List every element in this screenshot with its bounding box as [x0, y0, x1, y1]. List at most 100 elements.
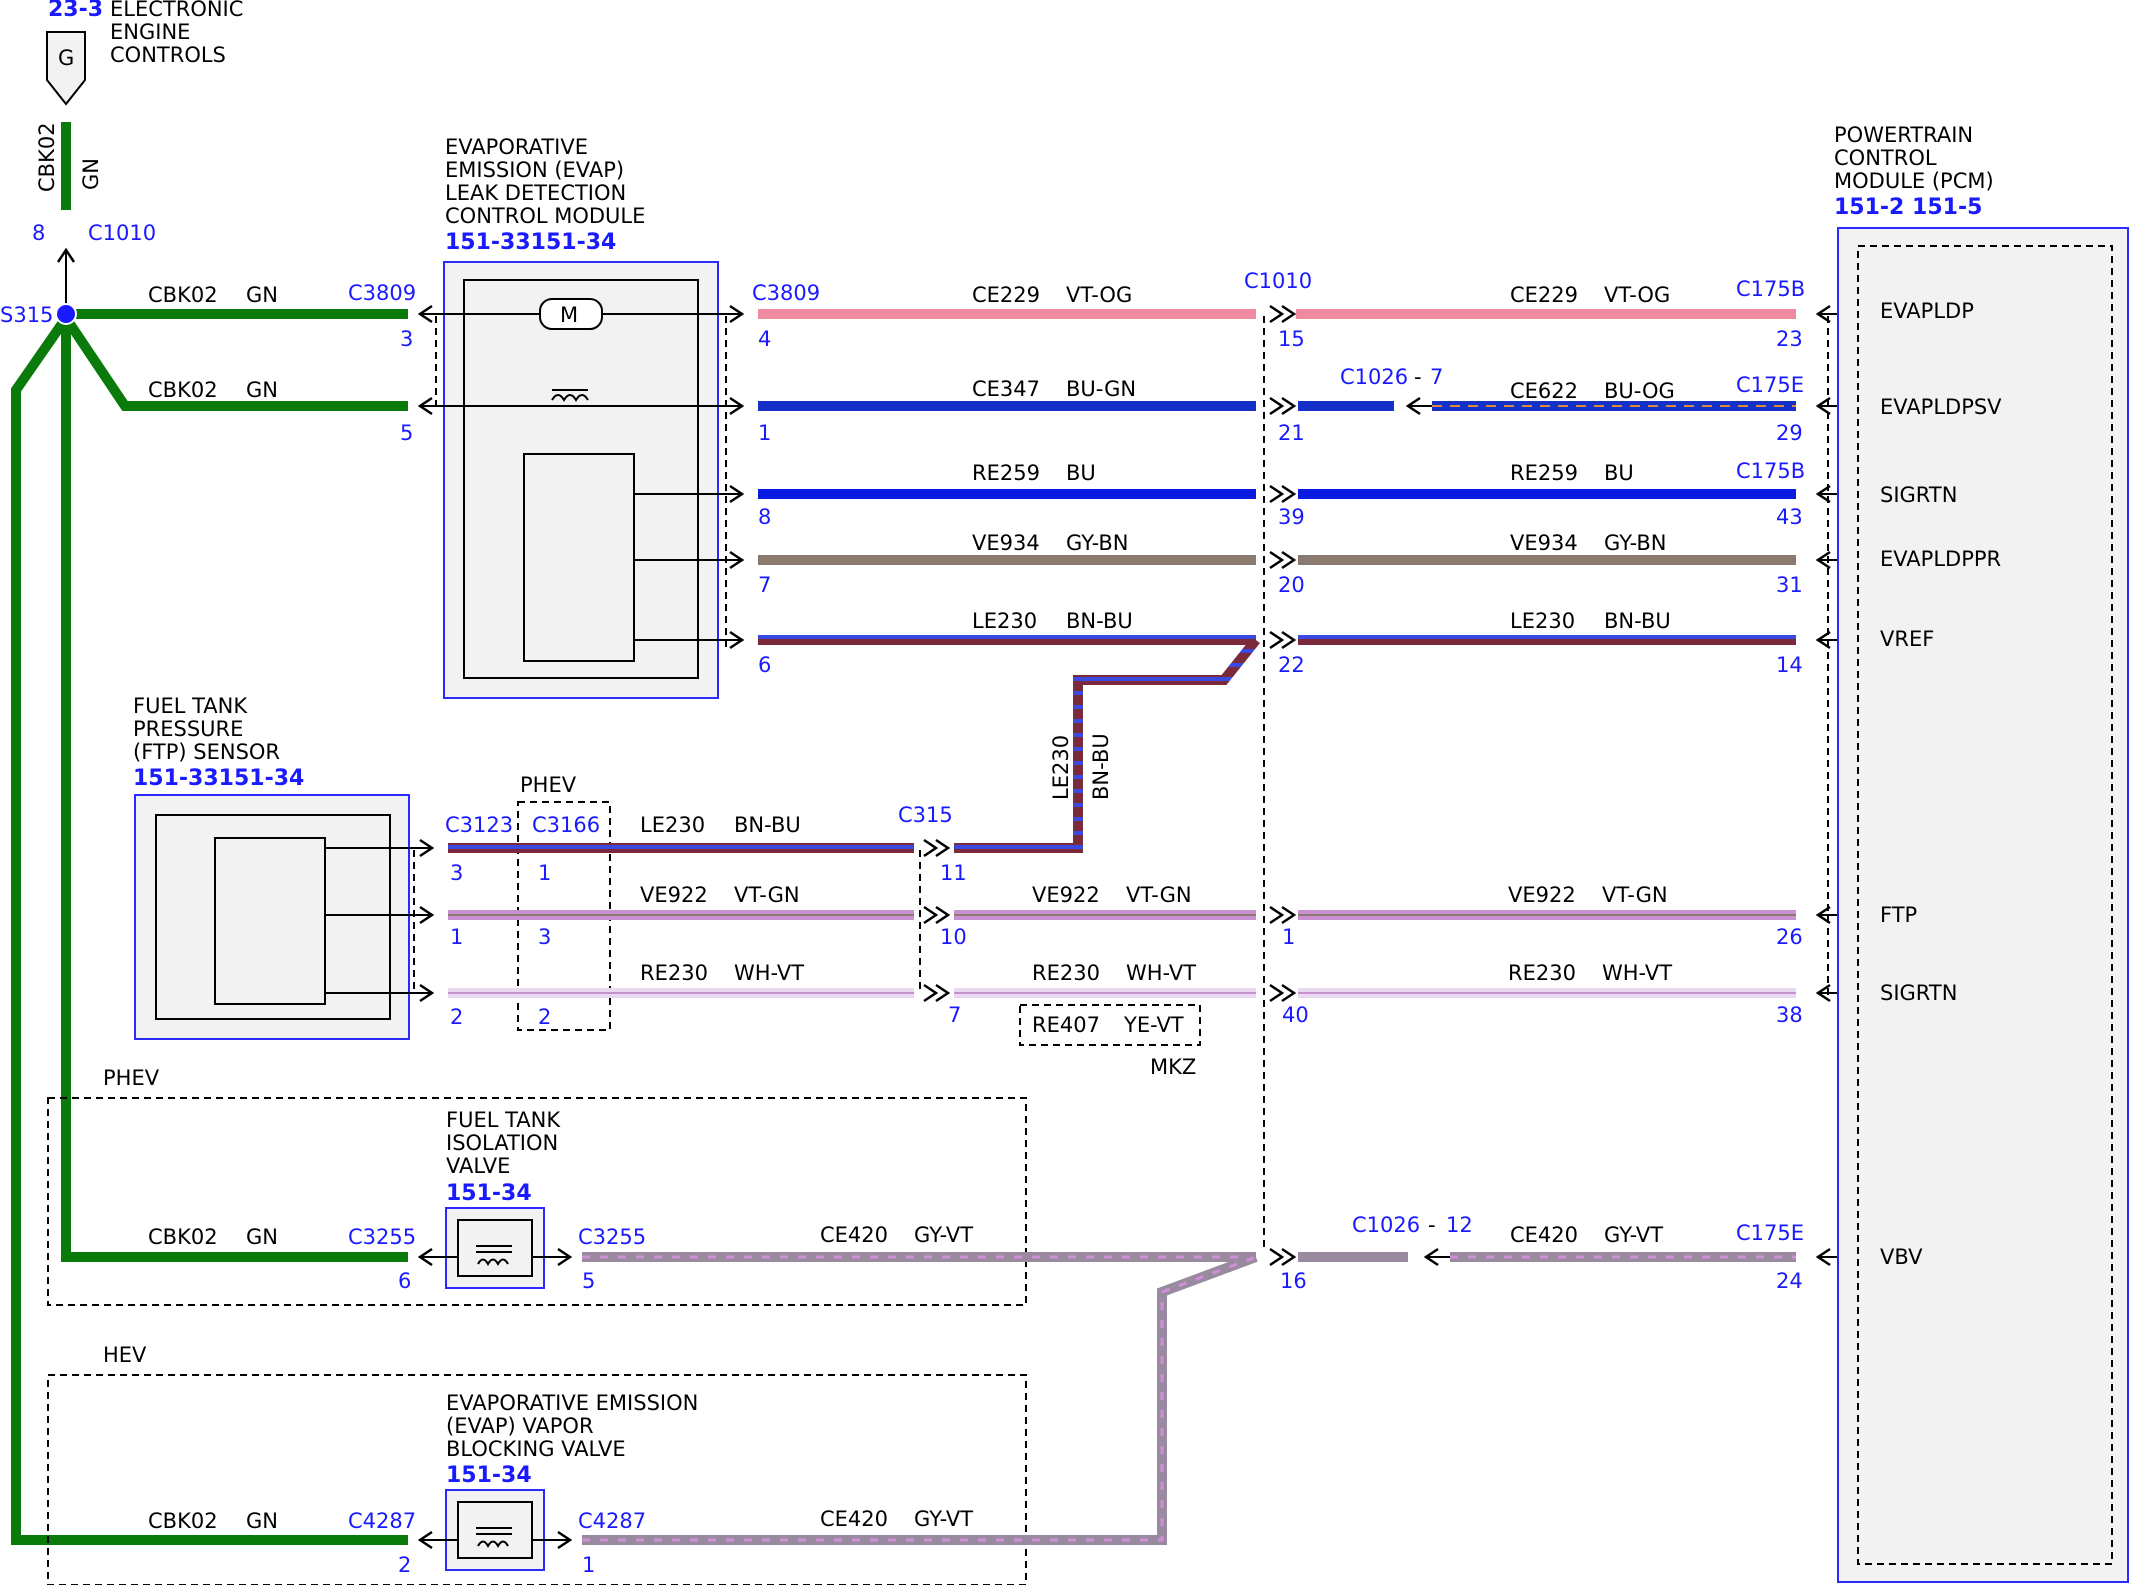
row5-mid-pin: 22 — [1278, 653, 1305, 677]
vertical-circuit: CBK02 — [35, 122, 59, 192]
gw1-circuit: CBK02 — [148, 283, 218, 307]
row4-circuit: VE934 — [972, 531, 1040, 555]
row2-circuit: CE347 — [972, 377, 1040, 401]
gw1-color: GN — [246, 283, 278, 307]
ftp-sensor-box[interactable] — [134, 794, 410, 1040]
splice-dot[interactable] — [55, 303, 77, 325]
c3123-label[interactable]: C3123 — [445, 813, 513, 837]
ftp3-circuit: RE230 — [640, 961, 708, 985]
row5-right-circuit: LE230 — [1510, 609, 1575, 633]
row1-mid-pin: 15 — [1278, 327, 1305, 351]
vertical-pin: 8 — [32, 221, 45, 245]
row2-inline-dash: - — [1414, 365, 1422, 389]
vbv2-conn[interactable]: C4287 — [578, 1509, 646, 1533]
vbv-right-color: GY-VT — [1604, 1223, 1663, 1247]
c3166-label[interactable]: C3166 — [532, 813, 600, 837]
ftp3-c3166-pin: 2 — [538, 1005, 551, 1029]
ftp-ref[interactable]: 151-33151-34 — [133, 766, 304, 791]
row3-right-conn[interactable]: C175B — [1736, 459, 1805, 483]
c315-label[interactable]: C315 — [898, 803, 953, 827]
main-harness: C3809 CE229 VT-OG C1010 CE229 VT-OG C175… — [752, 269, 1858, 1250]
iso-title-2: ISOLATION — [446, 1131, 558, 1155]
row2-right-circuit: CE622 — [1510, 379, 1578, 403]
ftp3-mid-color: WH-VT — [1126, 961, 1196, 985]
blk-title-1: EVAPORATIVE EMISSION — [446, 1391, 698, 1415]
leak-title-3: LEAK DETECTION — [445, 181, 626, 205]
row2-color: BU-GN — [1066, 377, 1136, 401]
splice-label: S315 — [0, 303, 53, 327]
leak-title-1: EVAPORATIVE — [445, 135, 588, 159]
ftp3-c315-pin: 7 — [948, 1003, 961, 1027]
pcm-pin-evapldpsv: EVAPLDPSV — [1880, 395, 2002, 419]
gw1-pin: 3 — [400, 327, 413, 351]
leak-ref[interactable]: 151-33151-34 — [445, 230, 616, 255]
row4-right-circuit: VE934 — [1510, 531, 1578, 555]
gw4-connector[interactable]: C4287 — [348, 1509, 416, 1533]
gw3-pin: 6 — [398, 1269, 411, 1293]
hev-region-label: HEV — [103, 1343, 147, 1367]
ftp3-right-circuit: RE230 — [1508, 961, 1576, 985]
vbv2-circuit: CE420 — [820, 1507, 888, 1531]
pcm-pin-evapldppr: EVAPLDPPR — [1880, 547, 2001, 571]
ftp-sensor: FUEL TANK PRESSURE (FTP) SENSOR 151-3315… — [133, 694, 435, 1040]
row5-circuit: LE230 — [972, 609, 1037, 633]
row5-left-pin: 6 — [758, 653, 771, 677]
gw4-pin: 2 — [398, 1553, 411, 1577]
ftp3-mid-circuit: RE230 — [1032, 961, 1100, 985]
pcm-pin-evapldp: EVAPLDP — [1880, 299, 1974, 323]
vbv-inline-pin: 12 — [1446, 1213, 1473, 1237]
row5-right-color: BN-BU — [1604, 609, 1671, 633]
pcm-ref[interactable]: 151-2 151-5 — [1834, 195, 1982, 220]
ftp2-circuit: VE922 — [640, 883, 708, 907]
ftp1-c315-pin: 11 — [940, 861, 967, 885]
vertical-connector[interactable]: C1010 — [88, 221, 156, 245]
vbv-right-conn[interactable]: C175E — [1736, 1221, 1804, 1245]
gw1-connector[interactable]: C3809 — [348, 281, 416, 305]
row1-left-conn[interactable]: C3809 — [752, 281, 820, 305]
vbv1-conn[interactable]: C3255 — [578, 1225, 646, 1249]
vertical-wire-circuit: LE230 — [1049, 735, 1073, 800]
vbv-inline-conn[interactable]: C1026 — [1352, 1213, 1420, 1237]
header-ref[interactable]: 23-3 — [48, 0, 103, 22]
row1-mid-conn[interactable]: C1010 — [1244, 269, 1312, 293]
vbv-right-circuit: CE420 — [1510, 1223, 1578, 1247]
row4-right-pin: 31 — [1776, 573, 1803, 597]
row1-right-circuit: CE229 — [1510, 283, 1578, 307]
blk-ref[interactable]: 151-34 — [446, 1463, 532, 1488]
vbv1-circuit: CE420 — [820, 1223, 888, 1247]
motor-letter: M — [560, 303, 578, 327]
iso-ref[interactable]: 151-34 — [446, 1181, 532, 1206]
row3-left-pin: 8 — [758, 505, 771, 529]
row2-mid-pin: 21 — [1278, 421, 1305, 445]
ftp3-c1010-pin: 40 — [1282, 1003, 1309, 1027]
pcm-pin-sigrtn-2: SIGRTN — [1880, 981, 1957, 1005]
connector-letter: G — [58, 46, 74, 70]
ftp1-circuit: LE230 — [640, 813, 705, 837]
row3-mid-pin: 39 — [1278, 505, 1305, 529]
mkz-label: MKZ — [1150, 1055, 1196, 1079]
phev-region-label: PHEV — [103, 1066, 160, 1090]
gw3-connector[interactable]: C3255 — [348, 1225, 416, 1249]
ftp2-c3123-pin: 1 — [450, 925, 463, 949]
ftp2-right-color: VT-GN — [1602, 883, 1668, 907]
row4-left-pin: 7 — [758, 573, 771, 597]
vbv-inline-dash: - — [1428, 1213, 1436, 1237]
row2-inline-conn[interactable]: C1026 — [1340, 365, 1408, 389]
ftp1-c3123-pin: 3 — [450, 861, 463, 885]
ftp-harness: C3123 C3166 C315 LE230 BN-BU 3 1 11 VE92… — [445, 803, 1858, 1029]
row3-circuit: RE259 — [972, 461, 1040, 485]
wiring-diagram: 23-3 ELECTRONIC ENGINE CONTROLS G CBK02 … — [0, 0, 2129, 1585]
header-title-2: ENGINE — [110, 20, 190, 44]
ground-wire-2[interactable] — [61, 315, 408, 411]
ftp3-color: WH-VT — [734, 961, 804, 985]
vbv2-color: GY-VT — [914, 1507, 973, 1531]
pcm-pin-vbv: VBV — [1880, 1245, 1923, 1269]
blk-title-3: BLOCKING VALVE — [446, 1437, 626, 1461]
ftp1-c3166-pin: 1 — [538, 861, 551, 885]
ftp2-color: VT-GN — [734, 883, 800, 907]
ftp-title-2: PRESSURE — [133, 717, 243, 741]
row2-right-conn[interactable]: C175E — [1736, 373, 1804, 397]
phev-inline-label: PHEV — [520, 773, 577, 797]
gw4-circuit: CBK02 — [148, 1509, 218, 1533]
row1-right-conn[interactable]: C175B — [1736, 277, 1805, 301]
